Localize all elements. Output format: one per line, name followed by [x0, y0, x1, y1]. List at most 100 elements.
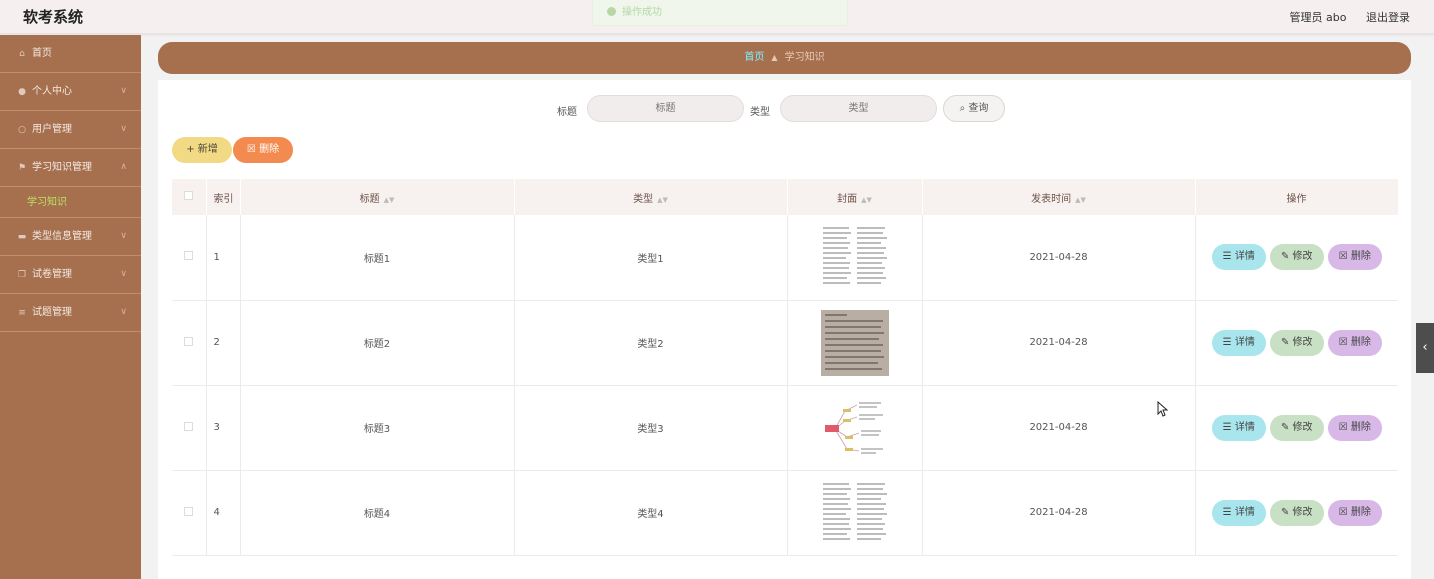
edit-button[interactable]: ✎ 修改	[1269, 244, 1324, 271]
row-index: 3	[206, 385, 241, 471]
edit-button[interactable]: ✎ 修改	[1269, 414, 1324, 441]
edit-button[interactable]: ✎ 修改	[1269, 499, 1324, 526]
sort-icon: ▲▼	[383, 195, 395, 204]
row-checkbox[interactable]	[184, 506, 194, 516]
list-icon: ≡	[18, 308, 26, 318]
pencil-icon: ✎	[1280, 421, 1290, 433]
app-title: 软考系统	[23, 8, 84, 26]
row-checkbox[interactable]	[184, 421, 194, 431]
detail-button[interactable]: ☰ 详情	[1211, 499, 1266, 526]
row-title: 标题1	[240, 215, 515, 301]
add-button[interactable]: + 新增	[172, 137, 232, 163]
chevron-down-icon: ∨	[120, 231, 127, 241]
cover-image	[820, 309, 889, 376]
title-label: 标题	[557, 107, 577, 118]
flag-icon: ⚑	[17, 163, 27, 173]
chevron-left-icon: ‹	[1422, 340, 1428, 355]
header-title[interactable]: 标题 ▲▼	[240, 179, 515, 215]
logout-link[interactable]: 退出登录	[1366, 11, 1410, 24]
header-index: 索引	[206, 179, 241, 215]
user-icon: ●	[18, 87, 26, 97]
edit-button-label: 修改	[1292, 421, 1313, 433]
row-date: 2021-04-28	[922, 300, 1196, 386]
trash-icon: ☒	[1338, 506, 1348, 518]
detail-button[interactable]: ☰ 详情	[1211, 414, 1266, 441]
submenu-item-knowledge[interactable]: 学习知识	[0, 187, 141, 218]
sort-icon: ▲▼	[861, 195, 872, 204]
header-cover-label: 封面	[837, 193, 858, 205]
monitor-icon: ▬	[17, 232, 27, 242]
row-select-cell	[172, 470, 207, 556]
search-bar: 标题 类型 ⌕ 查询	[158, 95, 1411, 123]
header-date-label: 发表时间	[1031, 193, 1072, 205]
cover-image	[820, 224, 889, 291]
detail-button-label: 详情	[1234, 421, 1255, 433]
add-button-label: 新增	[197, 144, 218, 155]
row-cover-cell	[787, 385, 923, 471]
detail-button[interactable]: ☰ 详情	[1211, 329, 1266, 356]
row-type: 类型1	[514, 215, 788, 301]
trash-icon: ☒	[1338, 336, 1348, 348]
sidebar-item-label: 学习知识管理	[32, 162, 92, 173]
detail-button-label: 详情	[1234, 251, 1255, 263]
breadcrumb-current: 学习知识	[784, 52, 825, 63]
main-panel: 标题 类型 ⌕ 查询 + 新增 ☒ 删除 索引 标题▲▼ 类型▲▼ 封面▲▼ 发…	[158, 80, 1411, 579]
sidebar-item-knowledge[interactable]: ⚑ 学习知识管理 ∧	[0, 149, 141, 187]
row-checkbox[interactable]	[184, 251, 194, 261]
row-actions: ☰ 详情 ✎ 修改 ☒ 删除	[1195, 470, 1398, 556]
row-select-cell	[172, 300, 207, 386]
delete-button-label: 删除	[1350, 506, 1371, 518]
sidebar-item-profile[interactable]: ● 个人中心 ∨	[0, 73, 141, 111]
top-bar: 软考系统 操作成功 管理员 abo 退出登录	[0, 0, 1434, 34]
sidebar-item-label: 个人中心	[32, 86, 72, 97]
trash-icon: ☒	[1338, 251, 1348, 263]
header-cover[interactable]: 封面 ▲▼	[787, 179, 923, 215]
edit-button[interactable]: ✎ 修改	[1269, 329, 1324, 356]
delete-button[interactable]: ☒ 删除	[1327, 414, 1382, 441]
detail-button-label: 详情	[1234, 506, 1255, 518]
row-index: 1	[206, 215, 241, 301]
header-type[interactable]: 类型 ▲▼	[514, 179, 788, 215]
query-button[interactable]: ⌕ 查询	[943, 95, 1005, 122]
detail-button[interactable]: ☰ 详情	[1211, 244, 1266, 271]
pencil-icon: ✎	[1280, 506, 1290, 518]
header-date[interactable]: 发表时间 ▲▼	[922, 179, 1196, 215]
row-index: 2	[206, 300, 241, 386]
row-actions: ☰ 详情 ✎ 修改 ☒ 删除	[1195, 385, 1398, 471]
title-search-input[interactable]	[587, 95, 744, 122]
row-date: 2021-04-28	[922, 385, 1196, 471]
batch-delete-button[interactable]: ☒ 删除	[233, 137, 293, 163]
pencil-icon: ✎	[1280, 251, 1290, 263]
select-all-cell	[172, 179, 207, 215]
table-row: 4 标题4 类型4 2021-04-28 ☰ 详情 ✎ 修改 ☒ 删除	[172, 470, 1398, 556]
document-icon: ☰	[1222, 506, 1232, 518]
header-title-label: 标题	[359, 193, 380, 205]
row-title: 标题2	[240, 300, 515, 386]
sidebar-item-users[interactable]: ○ 用户管理 ∨	[0, 111, 141, 149]
breadcrumb: 首页 ▲ 学习知识	[158, 42, 1411, 74]
row-select-cell	[172, 215, 207, 301]
delete-button[interactable]: ☒ 删除	[1327, 499, 1382, 526]
toast-text: 操作成功	[622, 7, 662, 18]
edit-button-label: 修改	[1292, 336, 1313, 348]
row-checkbox[interactable]	[184, 336, 194, 346]
select-all-checkbox[interactable]	[184, 191, 194, 200]
type-search-input[interactable]	[780, 95, 937, 122]
sidebar-item-papers[interactable]: ❐ 试卷管理 ∨	[0, 256, 141, 294]
sidebar-item-types[interactable]: ▬ 类型信息管理 ∨	[0, 218, 141, 256]
cover-image	[820, 394, 889, 461]
header-actions: 操作	[1195, 179, 1399, 215]
delete-button[interactable]: ☒ 删除	[1327, 244, 1382, 271]
sidebar-item-label: 首页	[32, 48, 52, 59]
breadcrumb-home[interactable]: 首页	[744, 52, 764, 63]
sidebar-item-questions[interactable]: ≡ 试题管理 ∨	[0, 294, 141, 332]
breadcrumb-separator-icon: ▲	[771, 53, 778, 62]
table-header-row: 索引 标题 ▲▼ 类型 ▲▼ 封面 ▲▼ 发表时间 ▲▼ 操作	[172, 179, 1399, 215]
document-icon: ☰	[1222, 336, 1232, 348]
chevron-down-icon: ∨	[120, 86, 127, 96]
pencil-icon: ✎	[1280, 336, 1290, 348]
sidebar-item-home[interactable]: ⌂ 首页	[0, 35, 141, 73]
delete-button[interactable]: ☒ 删除	[1327, 329, 1382, 356]
side-panel-toggle[interactable]: ‹	[1416, 323, 1434, 373]
sidebar-item-label: 用户管理	[32, 124, 72, 135]
